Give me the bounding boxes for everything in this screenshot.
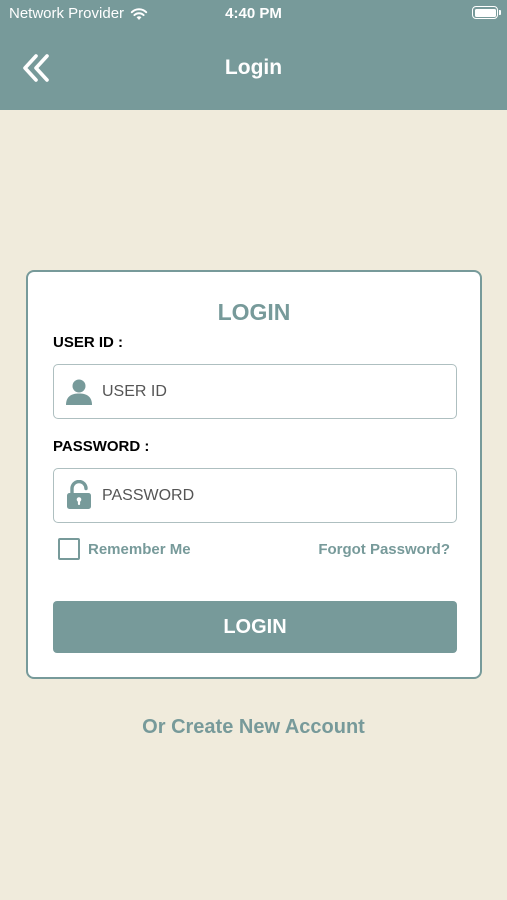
login-card-title: LOGIN bbox=[217, 299, 291, 325]
remember-me-checkbox[interactable] bbox=[58, 538, 80, 560]
password-field-container bbox=[53, 468, 457, 523]
login-button[interactable]: LOGIN bbox=[53, 601, 457, 653]
remember-me-toggle[interactable]: Remember Me bbox=[58, 538, 191, 560]
user-id-label: USER ID : bbox=[53, 334, 124, 351]
app-header: Network Provider 4:40 PM Login bbox=[0, 0, 507, 110]
create-account-link[interactable]: Or Create New Account bbox=[0, 716, 507, 739]
status-time: 4:40 PM bbox=[225, 5, 282, 22]
password-input[interactable] bbox=[102, 469, 442, 522]
user-id-field-container bbox=[53, 364, 457, 419]
remember-me-label: Remember Me bbox=[88, 540, 191, 558]
forgot-password-link[interactable]: Forgot Password? bbox=[318, 541, 450, 558]
unlocked-padlock-icon bbox=[65, 480, 93, 509]
login-card: LOGIN USER ID : PASSWORD : Remember Me F… bbox=[26, 270, 482, 679]
user-id-input[interactable] bbox=[102, 365, 442, 418]
status-bar: Network Provider 4:40 PM bbox=[0, 0, 507, 28]
page-title: Login bbox=[224, 56, 283, 79]
user-icon bbox=[65, 377, 93, 405]
battery-icon bbox=[472, 6, 501, 19]
password-label: PASSWORD : bbox=[53, 438, 150, 455]
